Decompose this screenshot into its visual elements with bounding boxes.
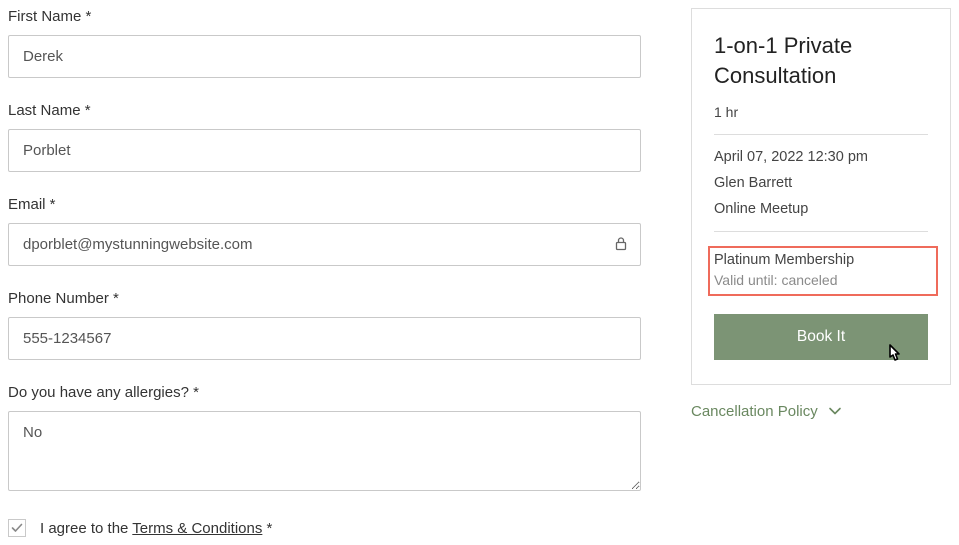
first-name-input[interactable] <box>8 35 641 78</box>
last-name-label: Last Name * <box>8 102 641 119</box>
summary-datetime: April 07, 2022 12:30 pm <box>714 149 928 165</box>
chevron-down-icon <box>828 403 842 420</box>
lock-icon <box>615 236 627 253</box>
booking-summary: 1-on-1 Private Consultation 1 hr April 0… <box>691 8 951 385</box>
cancellation-policy-label: Cancellation Policy <box>691 403 818 420</box>
terms-link[interactable]: Terms & Conditions <box>132 520 262 537</box>
summary-title: 1-on-1 Private Consultation <box>714 31 928 90</box>
summary-location: Online Meetup <box>714 201 928 217</box>
phone-input[interactable] <box>8 317 641 360</box>
membership-highlight: Platinum Membership Valid until: cancele… <box>708 246 938 296</box>
divider <box>714 134 928 135</box>
book-it-button[interactable]: Book It <box>714 314 928 360</box>
phone-label: Phone Number * <box>8 290 641 307</box>
membership-name: Platinum Membership <box>714 252 920 268</box>
cancellation-policy-toggle[interactable]: Cancellation Policy <box>691 403 951 420</box>
divider <box>714 231 928 232</box>
summary-staff: Glen Barrett <box>714 175 928 191</box>
summary-duration: 1 hr <box>714 104 928 120</box>
booking-form: First Name * Last Name * Email * Phone N… <box>8 8 641 537</box>
allergies-label: Do you have any allergies? * <box>8 384 641 401</box>
terms-label: I agree to the Terms & Conditions * <box>40 520 272 537</box>
email-input[interactable] <box>8 223 641 266</box>
email-label: Email * <box>8 196 641 213</box>
terms-checkbox[interactable] <box>8 519 26 537</box>
last-name-input[interactable] <box>8 129 641 172</box>
membership-valid: Valid until: canceled <box>714 272 920 288</box>
allergies-input[interactable] <box>8 411 641 491</box>
first-name-label: First Name * <box>8 8 641 25</box>
